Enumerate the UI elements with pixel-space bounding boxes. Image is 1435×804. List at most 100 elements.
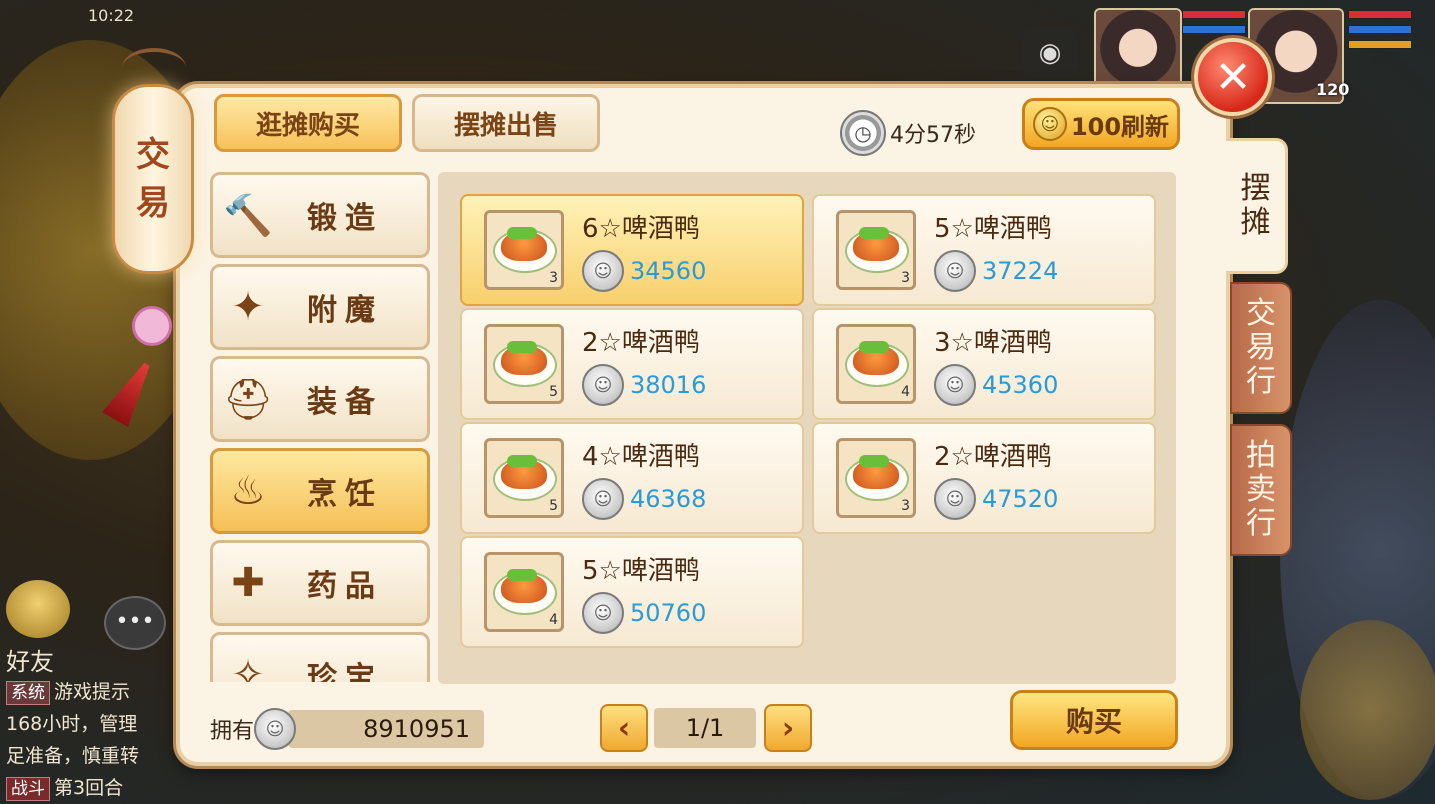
- chat-line: 第3回合: [54, 777, 124, 799]
- category-label: 药品: [307, 569, 383, 604]
- item-grid: 3 6☆啤酒鸭 ☺ 34560 3 5☆啤酒鸭 ☺ 37224 5 2☆啤酒鸭 ☺ 38016 4 3☆啤…: [438, 172, 1176, 684]
- item-quantity: 3: [549, 270, 558, 286]
- silver-coin-icon: ☺: [582, 250, 624, 292]
- refresh-button[interactable]: ☺ 100刷新: [1022, 98, 1180, 150]
- friend-button[interactable]: 好友: [6, 580, 70, 677]
- item-quantity: 5: [549, 384, 558, 400]
- silver-coin-icon: ☺: [934, 364, 976, 406]
- beer-duck-icon: 4: [484, 552, 564, 632]
- refresh-label: 100刷新: [1070, 112, 1170, 141]
- status-time: 10:22: [88, 6, 135, 25]
- category-label: 装备: [307, 385, 383, 420]
- item-slot[interactable]: 5 2☆啤酒鸭 ☺ 38016: [460, 308, 804, 420]
- category-equipment[interactable]: ⛑ 装备: [210, 356, 430, 442]
- item-quantity: 4: [549, 612, 558, 628]
- item-price: 50760: [630, 599, 707, 627]
- side-tab-char: 卖: [1246, 472, 1276, 507]
- item-slot[interactable]: 3 5☆啤酒鸭 ☺ 37224: [812, 194, 1156, 306]
- treasure-icon: ✧: [231, 652, 265, 682]
- chat-line: 游戏提示: [54, 681, 131, 703]
- item-name: 6☆啤酒鸭: [582, 214, 700, 244]
- side-tab-stall[interactable]: 摆 摊: [1226, 138, 1288, 274]
- chat-tag-system: 系统: [6, 681, 50, 705]
- side-tab-auction-house[interactable]: 拍 卖 行: [1230, 424, 1292, 556]
- browse-buy-tab[interactable]: 逛摊购买: [214, 94, 402, 152]
- category-enchant[interactable]: ✦ 附魔: [210, 264, 430, 350]
- owned-amount: 8910951: [288, 710, 485, 748]
- side-tab-trading-house[interactable]: 交 易 行: [1230, 282, 1292, 414]
- background-coins: [1300, 620, 1435, 800]
- item-name: 4☆啤酒鸭: [582, 442, 700, 472]
- item-price-row: ☺ 45360: [934, 364, 1058, 406]
- trade-panel: 逛摊购买 摆摊出售 ◷ 4分57秒 ☺ 100刷新 🔨 锻造 ✦ 附魔 ⛑ 装备 ♨ 烹…: [176, 84, 1230, 766]
- category-cooking[interactable]: ♨ 烹饪: [210, 448, 430, 534]
- friend-label: 好友: [6, 648, 54, 676]
- trade-lantern: 交 易: [112, 84, 194, 274]
- next-page-button[interactable]: ›: [764, 704, 812, 752]
- player-level: 120: [1316, 80, 1350, 99]
- item-name: 2☆啤酒鸭: [582, 328, 700, 358]
- silver-coin-icon: ☺: [934, 250, 976, 292]
- side-tab-char: 拍: [1246, 438, 1276, 473]
- cooking-pot-icon: ♨: [230, 468, 266, 514]
- timer-text: 4分57秒: [890, 123, 976, 148]
- friend-icon: [6, 580, 70, 638]
- item-name: 2☆啤酒鸭: [934, 442, 1052, 472]
- beer-duck-icon: 4: [836, 324, 916, 404]
- magic-wand-icon: ✦: [231, 284, 265, 330]
- lantern-char: 交: [136, 135, 170, 175]
- category-label: 珍宝: [307, 661, 383, 682]
- player-status-bars: [1348, 10, 1412, 55]
- category-label: 锻造: [307, 201, 383, 236]
- close-icon[interactable]: ✕: [1194, 38, 1272, 116]
- item-quantity: 4: [901, 384, 910, 400]
- owned-currency: 拥有 ☺ 8910951: [210, 708, 485, 750]
- category-medicine[interactable]: ✚ 药品: [210, 540, 430, 626]
- item-slot[interactable]: 5 4☆啤酒鸭 ☺ 46368: [460, 422, 804, 534]
- silver-coin-icon: ☺: [254, 708, 297, 750]
- page-indicator: 1/1: [654, 708, 756, 748]
- stall-sell-tab[interactable]: 摆摊出售: [412, 94, 600, 152]
- prev-page-button[interactable]: ‹: [600, 704, 648, 752]
- lantern-hook: [122, 48, 186, 88]
- buy-button[interactable]: 购买: [1010, 690, 1178, 750]
- item-price-row: ☺ 46368: [582, 478, 706, 520]
- pet-status-bars: [1182, 10, 1246, 40]
- item-price-row: ☺ 38016: [582, 364, 706, 406]
- item-price-row: ☺ 37224: [934, 250, 1058, 292]
- category-label: 烹饪: [307, 477, 383, 512]
- camera-icon[interactable]: ◉: [1022, 28, 1078, 78]
- pet-portrait[interactable]: [1094, 8, 1182, 96]
- item-price: 34560: [630, 257, 707, 285]
- hammer-icon: 🔨: [223, 192, 273, 239]
- beer-duck-icon: 5: [484, 438, 564, 518]
- item-slot[interactable]: 4 5☆啤酒鸭 ☺ 50760: [460, 536, 804, 648]
- charm-ornament: [132, 306, 172, 346]
- item-slot[interactable]: 3 2☆啤酒鸭 ☺ 47520: [812, 422, 1156, 534]
- item-name: 5☆啤酒鸭: [582, 556, 700, 586]
- item-quantity: 5: [549, 498, 558, 514]
- chat-tag-battle: 战斗: [6, 777, 50, 801]
- gold-coin-icon: ☺: [1032, 107, 1067, 141]
- item-price: 38016: [630, 371, 707, 399]
- item-slot[interactable]: 4 3☆啤酒鸭 ☺ 45360: [812, 308, 1156, 420]
- category-label: 附魔: [307, 293, 383, 328]
- beer-duck-icon: 5: [484, 324, 564, 404]
- side-tab-char: 易: [1246, 330, 1276, 365]
- medicine-icon: ✚: [231, 560, 265, 606]
- item-price: 47520: [982, 485, 1059, 513]
- chat-icon[interactable]: •••: [104, 596, 166, 650]
- side-tab-char: 摊: [1240, 205, 1271, 240]
- item-slot[interactable]: 3 6☆啤酒鸭 ☺ 34560: [460, 194, 804, 306]
- item-name: 5☆啤酒鸭: [934, 214, 1052, 244]
- category-treasure[interactable]: ✧ 珍宝: [210, 632, 430, 682]
- item-price: 37224: [982, 257, 1059, 285]
- side-tab-char: 行: [1246, 506, 1276, 541]
- beer-duck-icon: 3: [484, 210, 564, 290]
- side-tab-char: 交: [1246, 296, 1276, 331]
- silver-coin-icon: ☺: [582, 592, 624, 634]
- stopwatch-icon: ◷: [840, 110, 886, 156]
- category-forge[interactable]: 🔨 锻造: [210, 172, 430, 258]
- beer-duck-icon: 3: [836, 438, 916, 518]
- item-price-row: ☺ 50760: [582, 592, 706, 634]
